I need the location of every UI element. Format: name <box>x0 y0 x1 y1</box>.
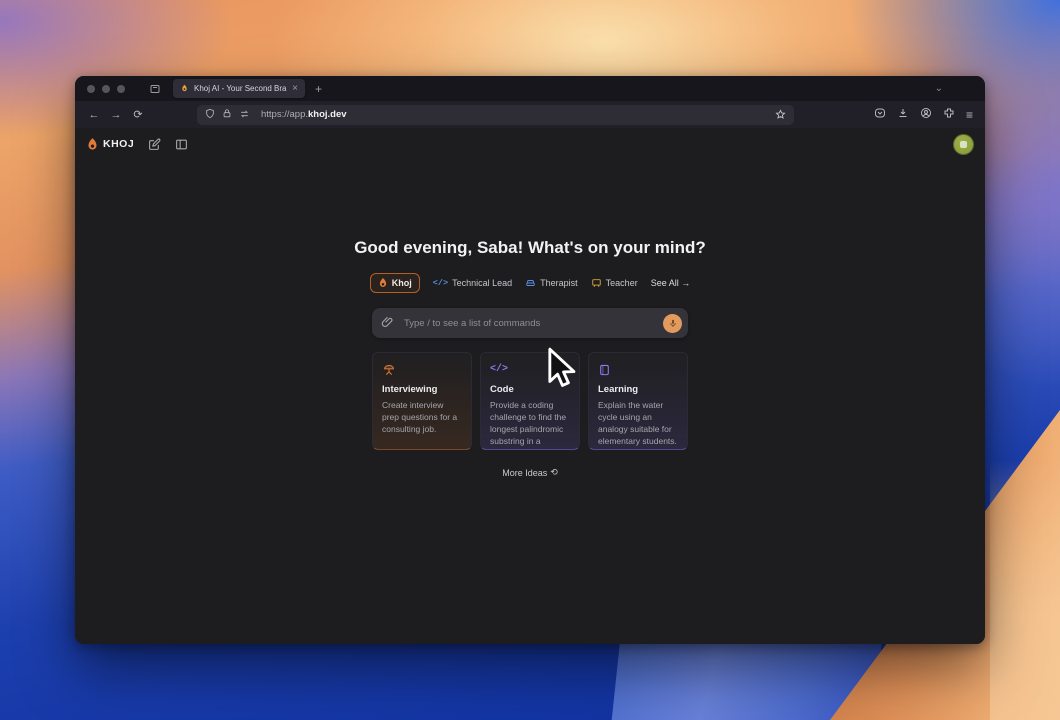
agent-pill-khoj[interactable]: Khoj <box>369 273 420 293</box>
card-description: Create interview prep questions for a co… <box>382 400 458 434</box>
book-icon <box>598 362 678 377</box>
browser-tab[interactable]: Khoj AI - Your Second Brain × <box>173 79 305 98</box>
agent-pill-technical-lead[interactable]: </> Technical Lead <box>433 278 512 288</box>
khoj-lantern-icon <box>88 137 97 150</box>
more-ideas-label: More Ideas <box>502 467 548 478</box>
tab-favicon-khoj-icon <box>180 80 189 98</box>
khoj-logo[interactable]: KHOJ <box>86 137 134 152</box>
microphone-icon <box>669 319 676 327</box>
back-button[interactable]: ← <box>83 109 105 121</box>
agent-pill-label: Technical Lead <box>452 278 513 288</box>
suggestion-card-interviewing[interactable]: Interviewing Create interview prep quest… <box>372 352 472 450</box>
browser-window: Khoj AI - Your Second Brain × + ⌄ ← → ⟳ <box>75 76 985 644</box>
pocket-icon[interactable] <box>874 106 886 124</box>
new-tab-button[interactable]: + <box>315 82 322 96</box>
desktop: Khoj AI - Your Second Brain × + ⌄ ← → ⟳ <box>0 0 1060 720</box>
window-controls <box>87 84 125 93</box>
sidebar-toggle-icon[interactable] <box>175 138 188 151</box>
user-avatar[interactable] <box>953 133 974 155</box>
lamp-icon <box>382 362 462 377</box>
page-content: KHOJ Good evening, Saba! What's on your … <box>75 128 985 644</box>
list-tabs-chevron-icon[interactable]: ⌄ <box>935 83 943 94</box>
avatar-glyph <box>960 140 967 148</box>
navigation-toolbar: ← → ⟳ https://app.khoj.dev ≡ <box>75 101 985 128</box>
close-window-button[interactable] <box>87 84 95 93</box>
wallpaper-bottom-right-highlight <box>990 460 1060 720</box>
url-domain: khoj.dev <box>308 109 347 120</box>
agent-pill-label: Therapist <box>540 278 578 288</box>
downloads-icon[interactable] <box>897 106 909 124</box>
tab-bar: Khoj AI - Your Second Brain × + ⌄ <box>75 76 985 101</box>
card-title: Code <box>490 384 514 395</box>
agent-pill-label: Khoj <box>391 278 412 288</box>
minimize-window-button[interactable] <box>102 84 110 93</box>
extensions-icon[interactable] <box>943 106 955 124</box>
chat-home: Good evening, Saba! What's on your mind?… <box>354 238 706 478</box>
suggestion-card-code[interactable]: </> Code Provide a coding challenge to f… <box>480 352 580 450</box>
reload-button[interactable]: ⟳ <box>127 108 149 121</box>
app-header: KHOJ <box>75 128 985 160</box>
suggestion-cards: Interviewing Create interview prep quest… <box>372 352 688 450</box>
account-icon[interactable] <box>920 106 932 124</box>
more-ideas-button[interactable]: More Ideas ⟲ <box>502 467 558 478</box>
url-text: https://app.khoj.dev <box>261 109 347 120</box>
agent-pills: Khoj </> Technical Lead Therapist Teache… <box>369 273 691 293</box>
khoj-logo-text: KHOJ <box>103 138 135 150</box>
code-icon: </> <box>432 278 449 288</box>
greeting-heading: Good evening, Saba! What's on your mind? <box>354 238 706 257</box>
chat-input-bar <box>372 308 688 338</box>
lock-icon[interactable] <box>222 106 232 124</box>
url-scheme: https://app. <box>261 109 309 120</box>
agent-pill-therapist[interactable]: Therapist <box>525 278 578 288</box>
card-title: Interviewing <box>382 384 438 395</box>
attach-paperclip-icon[interactable] <box>381 315 394 329</box>
tab-overview-icon[interactable] <box>149 83 161 95</box>
switch-container-icon[interactable] <box>239 106 250 124</box>
khoj-lantern-icon <box>379 278 386 287</box>
bookmark-star-icon[interactable] <box>775 109 786 120</box>
suggestion-card-learning[interactable]: Learning Explain the water cycle using a… <box>588 352 688 450</box>
mic-button[interactable] <box>663 313 682 333</box>
url-bar[interactable]: https://app.khoj.dev <box>197 104 794 125</box>
card-description: Provide a coding challenge to find the l… <box>490 400 567 449</box>
agent-pill-teacher[interactable]: Teacher <box>591 278 638 288</box>
agent-pill-label: Teacher <box>605 278 638 288</box>
new-chat-icon[interactable] <box>148 138 161 151</box>
card-title: Learning <box>598 384 639 395</box>
blackboard-icon <box>591 279 601 287</box>
chat-input[interactable] <box>404 308 656 338</box>
forward-button[interactable]: → <box>105 109 127 121</box>
see-all-agents-link[interactable]: See All → <box>651 278 691 288</box>
tab-close-icon[interactable]: × <box>292 83 298 94</box>
tab-title: Khoj AI - Your Second Brain <box>194 84 288 93</box>
menu-icon[interactable]: ≡ <box>966 108 973 122</box>
toolbar-right-icons: ≡ <box>874 106 973 124</box>
tracking-protection-shield-icon[interactable] <box>205 106 215 124</box>
zoom-window-button[interactable] <box>117 84 125 93</box>
code-icon: </> <box>490 364 509 375</box>
card-description: Explain the water cycle using an analogy… <box>598 400 677 446</box>
refresh-icon: ⟲ <box>550 467 558 477</box>
couch-icon <box>526 280 535 286</box>
